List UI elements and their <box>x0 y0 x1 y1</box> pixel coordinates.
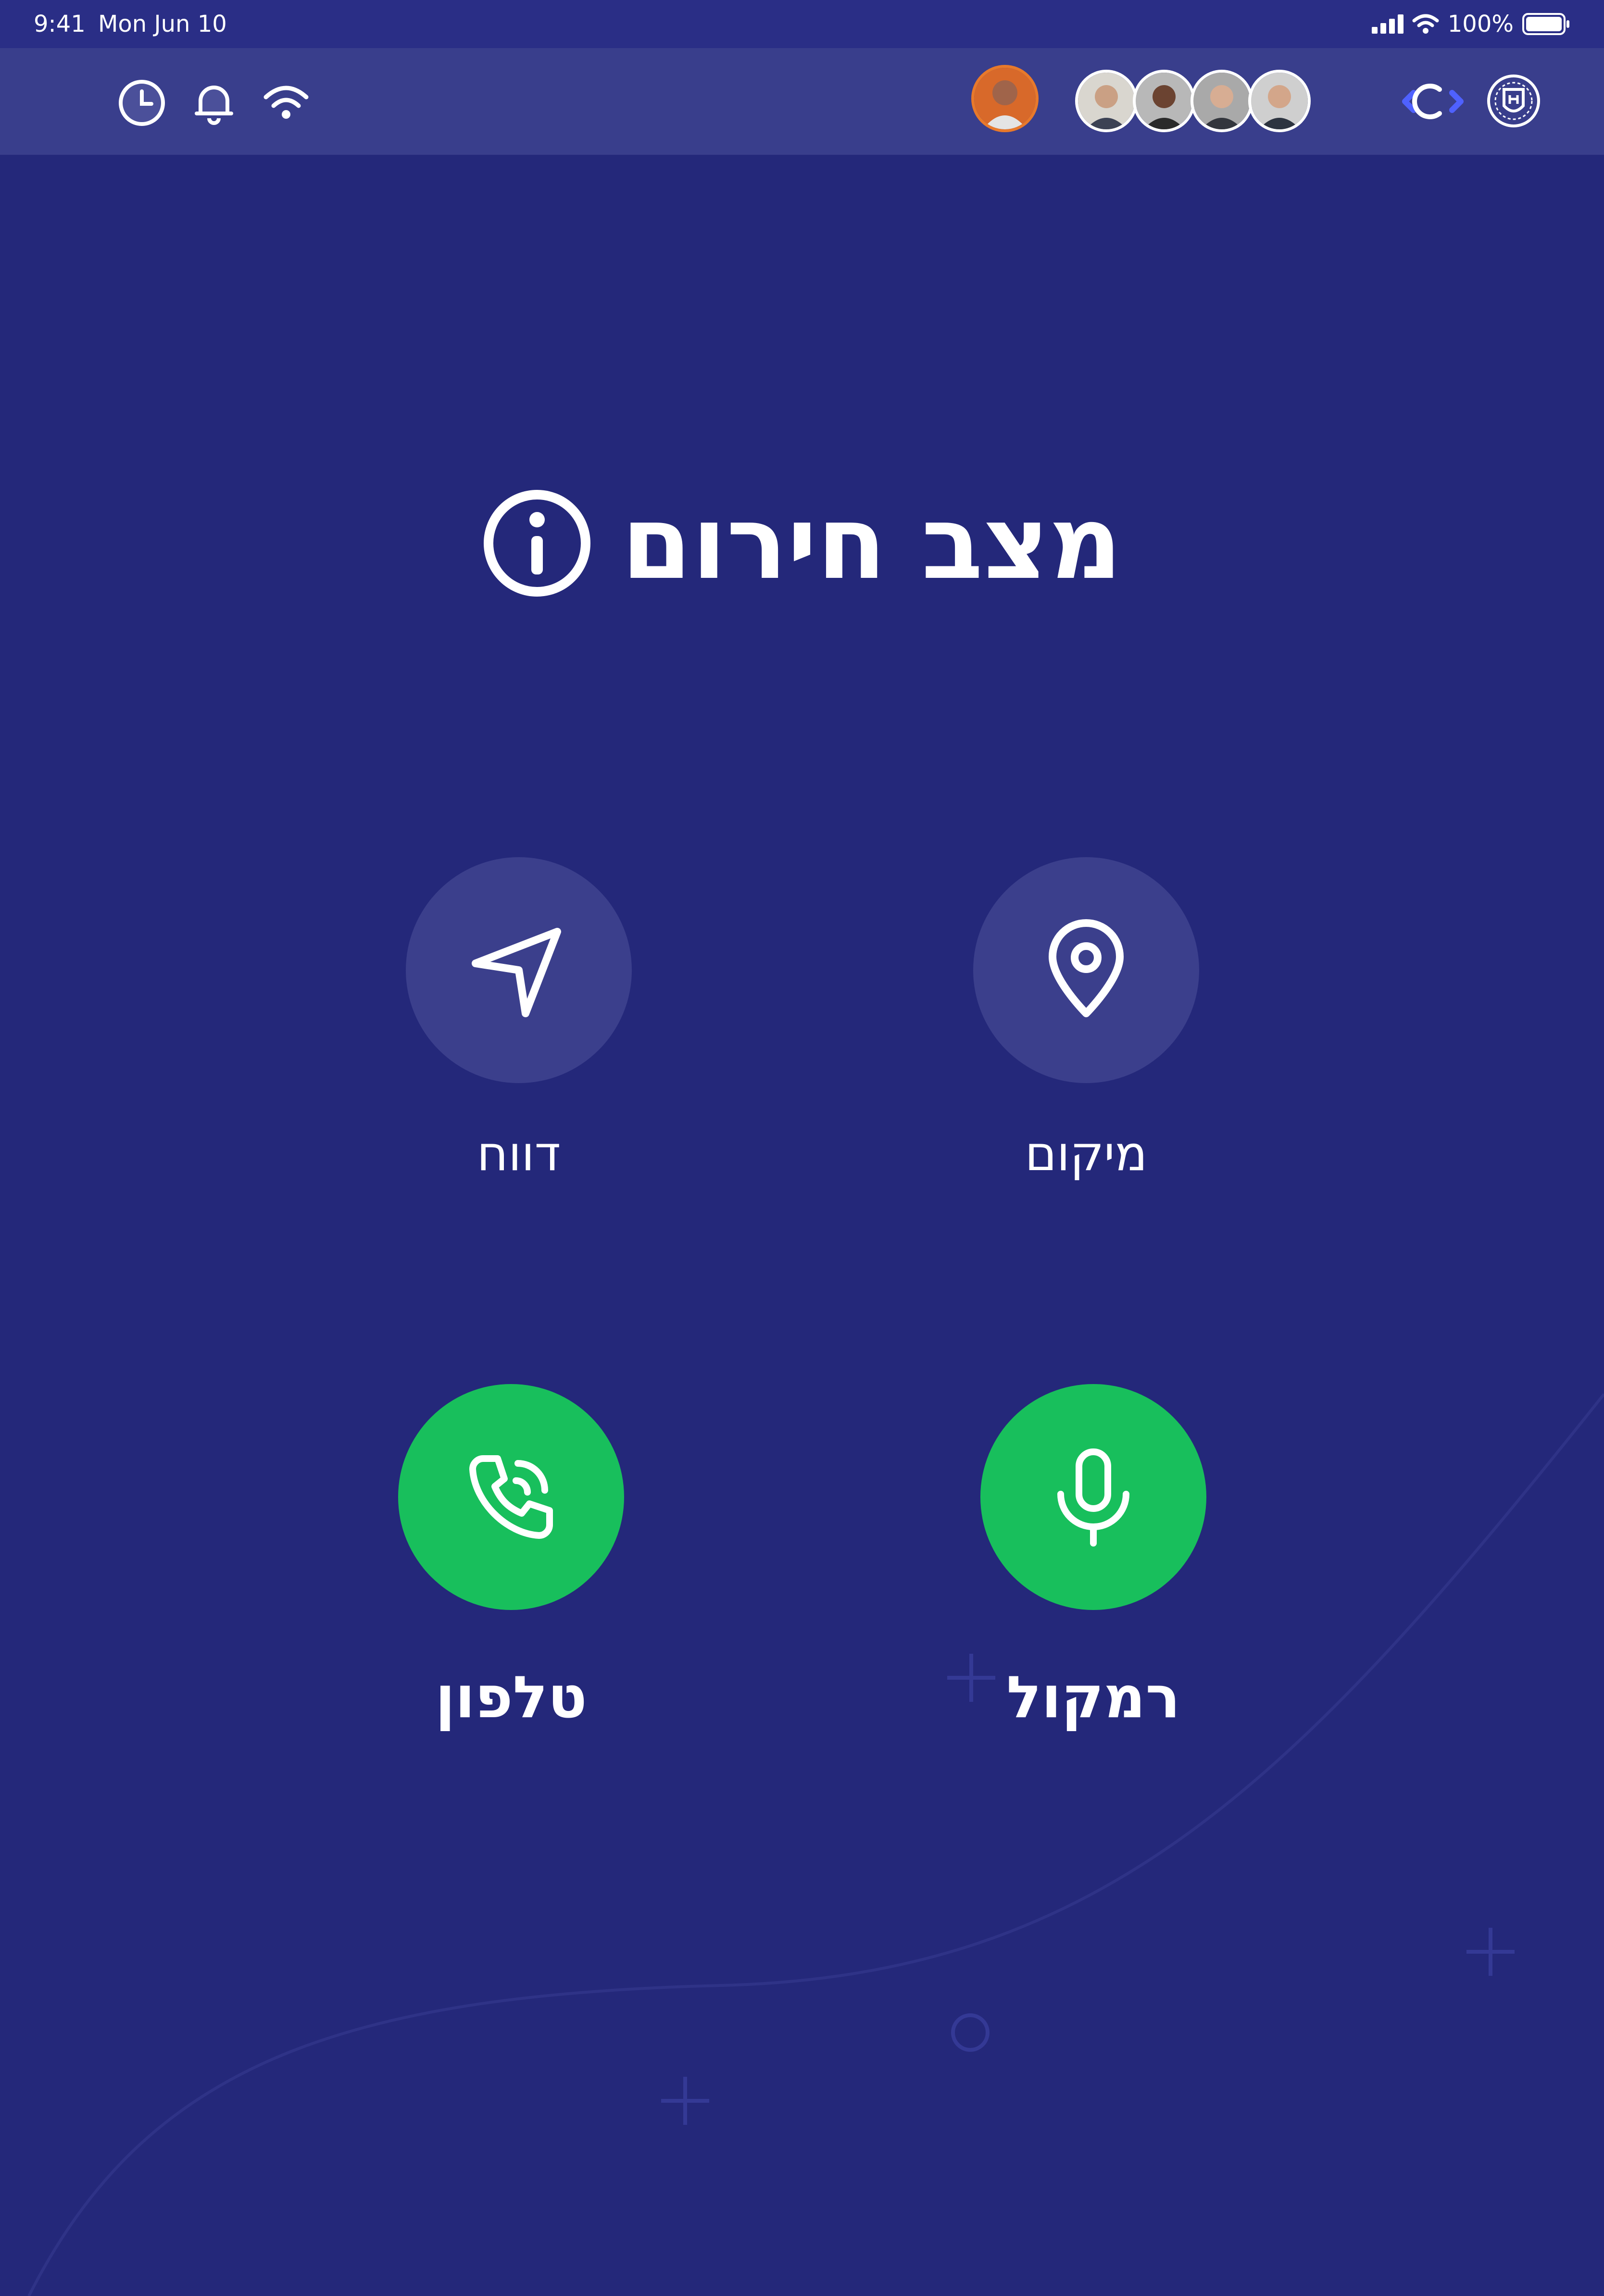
bell-icon[interactable] <box>190 79 238 127</box>
page-title-area: מצב חירום <box>0 481 1604 606</box>
avatar-1[interactable] <box>1075 70 1138 132</box>
map-pin-icon <box>1049 919 1124 1017</box>
phone-call-icon <box>469 1455 553 1539</box>
status-time: 9:41 <box>34 11 86 37</box>
battery-icon <box>1522 13 1569 35</box>
top-toolbar <box>0 48 1604 155</box>
avatar-3[interactable] <box>1190 70 1253 132</box>
location-label: מיקום <box>1025 1125 1148 1182</box>
avatar-4[interactable] <box>1248 70 1311 132</box>
sync-icon[interactable] <box>1394 75 1471 128</box>
page-title: מצב חירום <box>621 484 1122 602</box>
report-button[interactable] <box>406 857 632 1083</box>
status-wifi-icon <box>1412 14 1439 34</box>
emblem-logo <box>1485 72 1542 130</box>
phone-label: טלפון <box>435 1664 587 1731</box>
clock-icon[interactable] <box>118 79 166 127</box>
background-decoration <box>27 1393 1604 2296</box>
avatar-2[interactable] <box>1133 70 1195 132</box>
microphone-icon <box>1057 1448 1129 1547</box>
speaker-label: רמקול <box>1006 1664 1180 1731</box>
status-indicators: 100% <box>1371 0 1570 48</box>
location-button[interactable] <box>973 857 1199 1083</box>
avatar-main[interactable] <box>971 65 1039 132</box>
wifi-icon[interactable] <box>262 79 310 127</box>
status-bar: 9:41 Mon Jun 10 100% <box>0 0 1604 48</box>
speaker-button[interactable] <box>980 1384 1206 1610</box>
status-date: Mon Jun 10 <box>98 11 227 37</box>
phone-button[interactable] <box>398 1384 624 1610</box>
cellular-signal-icon <box>1371 14 1404 34</box>
battery-percentage: 100% <box>1447 11 1514 37</box>
report-label: דווח <box>476 1125 561 1182</box>
info-icon[interactable] <box>482 488 592 599</box>
send-icon <box>472 928 561 1017</box>
